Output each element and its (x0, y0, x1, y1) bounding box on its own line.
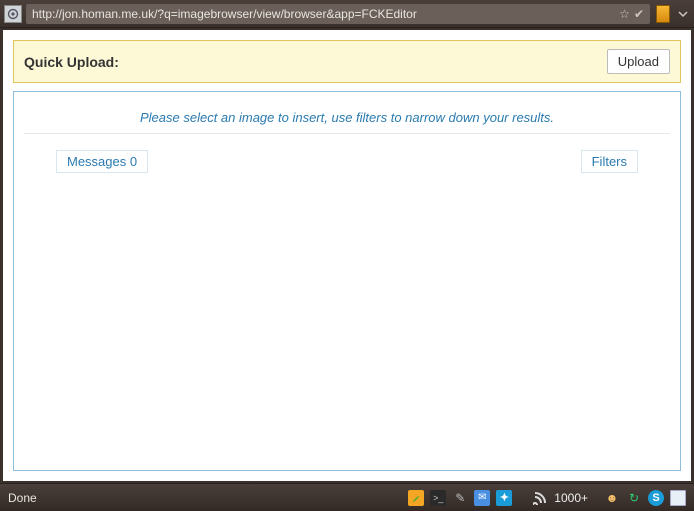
upload-button[interactable]: Upload (607, 49, 670, 74)
page-content: Quick Upload: Upload Please select an im… (3, 30, 691, 481)
chevron-down-icon[interactable] (678, 9, 688, 19)
status-bar: Done >_ ✎ ✉ ✦ 1000+ ☻ ↻ S (0, 483, 694, 511)
sync-icon[interactable]: ↻ (626, 490, 642, 506)
quick-upload-panel: Quick Upload: Upload (13, 40, 681, 83)
verified-check-icon: ✔ (634, 7, 644, 21)
instruction-text: Please select an image to insert, use fi… (18, 96, 676, 133)
status-text: Done (8, 491, 37, 505)
quick-upload-title: Quick Upload: (24, 54, 119, 70)
mail-icon[interactable]: ✉ (474, 490, 490, 506)
rss-count[interactable]: 1000+ (554, 491, 588, 505)
skype-icon[interactable]: S (648, 490, 664, 506)
address-bar: http://jon.homan.me.uk/?q=imagebrowser/v… (0, 0, 694, 28)
image-browser-panel: Please select an image to insert, use fi… (13, 91, 681, 471)
url-input-container[interactable]: http://jon.homan.me.uk/?q=imagebrowser/v… (26, 4, 650, 24)
greasemonkey-icon[interactable]: ☻ (604, 490, 620, 506)
rss-icon[interactable] (532, 490, 548, 506)
pen-icon[interactable]: ✎ (452, 490, 468, 506)
browser-button-row: Messages 0 Filters (18, 134, 676, 173)
clipboard-icon[interactable] (670, 490, 686, 506)
page-favicon (4, 5, 22, 23)
filters-button[interactable]: Filters (581, 150, 638, 173)
bookmark-star-icon[interactable]: ☆ (619, 7, 630, 21)
extension-icon[interactable]: ✦ (496, 490, 512, 506)
url-text[interactable]: http://jon.homan.me.uk/?q=imagebrowser/v… (32, 7, 615, 21)
terminal-icon[interactable]: >_ (430, 490, 446, 506)
bookmarks-icon[interactable] (656, 5, 670, 23)
messages-button[interactable]: Messages 0 (56, 150, 148, 173)
notes-icon[interactable] (408, 490, 424, 506)
